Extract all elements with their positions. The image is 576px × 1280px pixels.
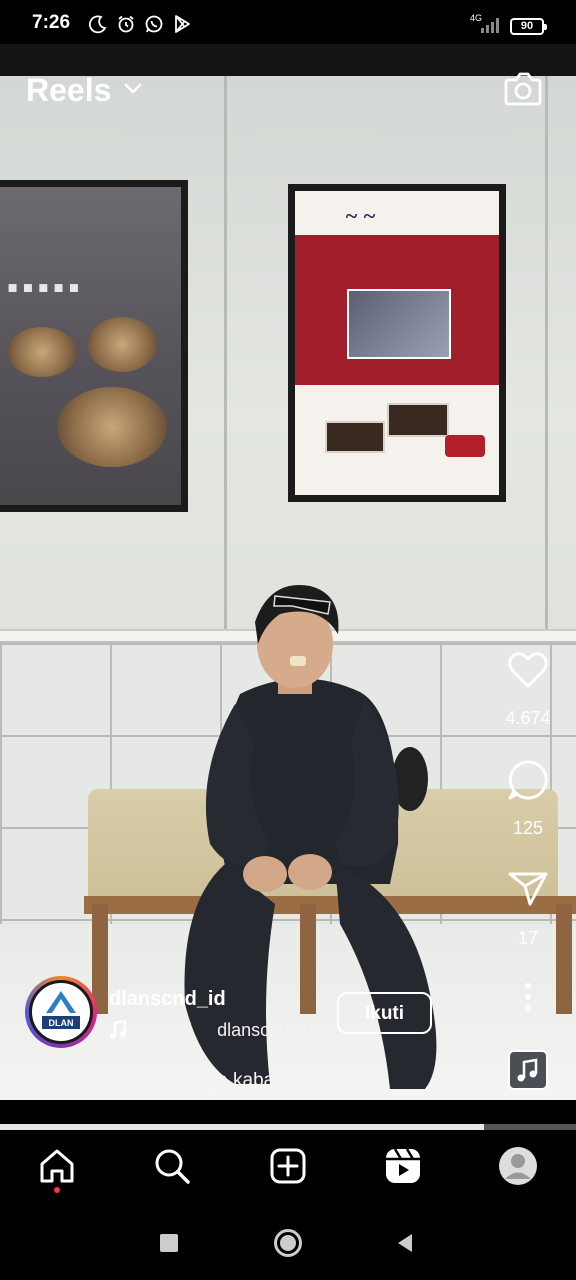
poster-right: ~ ~ xyxy=(288,184,506,502)
username[interactable]: dlanscnd_id xyxy=(109,988,226,1011)
music-note-icon xyxy=(110,1020,127,1039)
whatsapp-icon xyxy=(145,15,163,33)
status-notification-icons xyxy=(88,14,192,34)
poster-logo: ~ ~ xyxy=(345,203,376,228)
system-navigation-bar xyxy=(0,1206,576,1280)
avatar-logo: DLAN xyxy=(42,991,80,1029)
home-system-button[interactable] xyxy=(274,1229,302,1257)
reels-icon[interactable] xyxy=(383,1146,423,1186)
signal-icon xyxy=(481,18,499,33)
send-icon[interactable] xyxy=(506,866,550,910)
profile-icon[interactable] xyxy=(498,1146,538,1186)
camera-icon[interactable] xyxy=(502,70,544,108)
share-count: 17 xyxy=(517,928,539,948)
comment-icon[interactable] xyxy=(506,758,550,802)
audio-info[interactable]: dio asli dlanscnd_id xyxy=(136,1020,313,1041)
follow-button[interactable]: Ikuti xyxy=(337,992,432,1034)
moon-icon xyxy=(88,15,107,34)
music-note-icon xyxy=(517,1058,538,1082)
battery-indicator: 90 xyxy=(510,18,547,35)
wall-seam xyxy=(545,76,548,636)
audio-owner: dlanscnd_id xyxy=(217,1020,314,1040)
status-time: 7:26 xyxy=(32,12,71,33)
comment-count: 125 xyxy=(512,818,544,838)
poster-left: ▪▪▪▪▪ xyxy=(0,180,188,512)
caption[interactable]: Ubur ubur ikan lele, apa kabar leee ... xyxy=(26,1070,343,1092)
bench-leg xyxy=(92,904,108,1014)
bottom-tab-bar xyxy=(0,1130,576,1206)
create-icon[interactable] xyxy=(268,1146,308,1186)
play-store-icon xyxy=(175,15,190,33)
bench-leg xyxy=(556,904,572,1014)
audio-thumbnail[interactable] xyxy=(508,1050,548,1090)
more-vertical-icon[interactable] xyxy=(506,976,550,1020)
search-icon[interactable] xyxy=(152,1146,192,1186)
avatar-text: DLAN xyxy=(49,1018,74,1028)
alarm-icon xyxy=(118,15,134,33)
chevron-down-icon[interactable] xyxy=(123,82,143,96)
avatar[interactable]: DLAN xyxy=(25,976,97,1048)
like-count: 4.674 xyxy=(505,708,551,728)
status-bar: 7:26 4G 90 xyxy=(0,0,576,44)
page-title[interactable]: Reels xyxy=(26,72,111,109)
back-icon[interactable] xyxy=(394,1232,414,1254)
notification-dot xyxy=(54,1187,60,1193)
poster-graphic: ▪▪▪▪▪ xyxy=(7,269,84,305)
audio-label: dio asli xyxy=(136,1020,193,1040)
heart-icon[interactable] xyxy=(506,648,550,692)
audio-separator xyxy=(197,1020,212,1040)
home-icon[interactable] xyxy=(37,1146,77,1186)
recents-button[interactable] xyxy=(160,1234,178,1252)
